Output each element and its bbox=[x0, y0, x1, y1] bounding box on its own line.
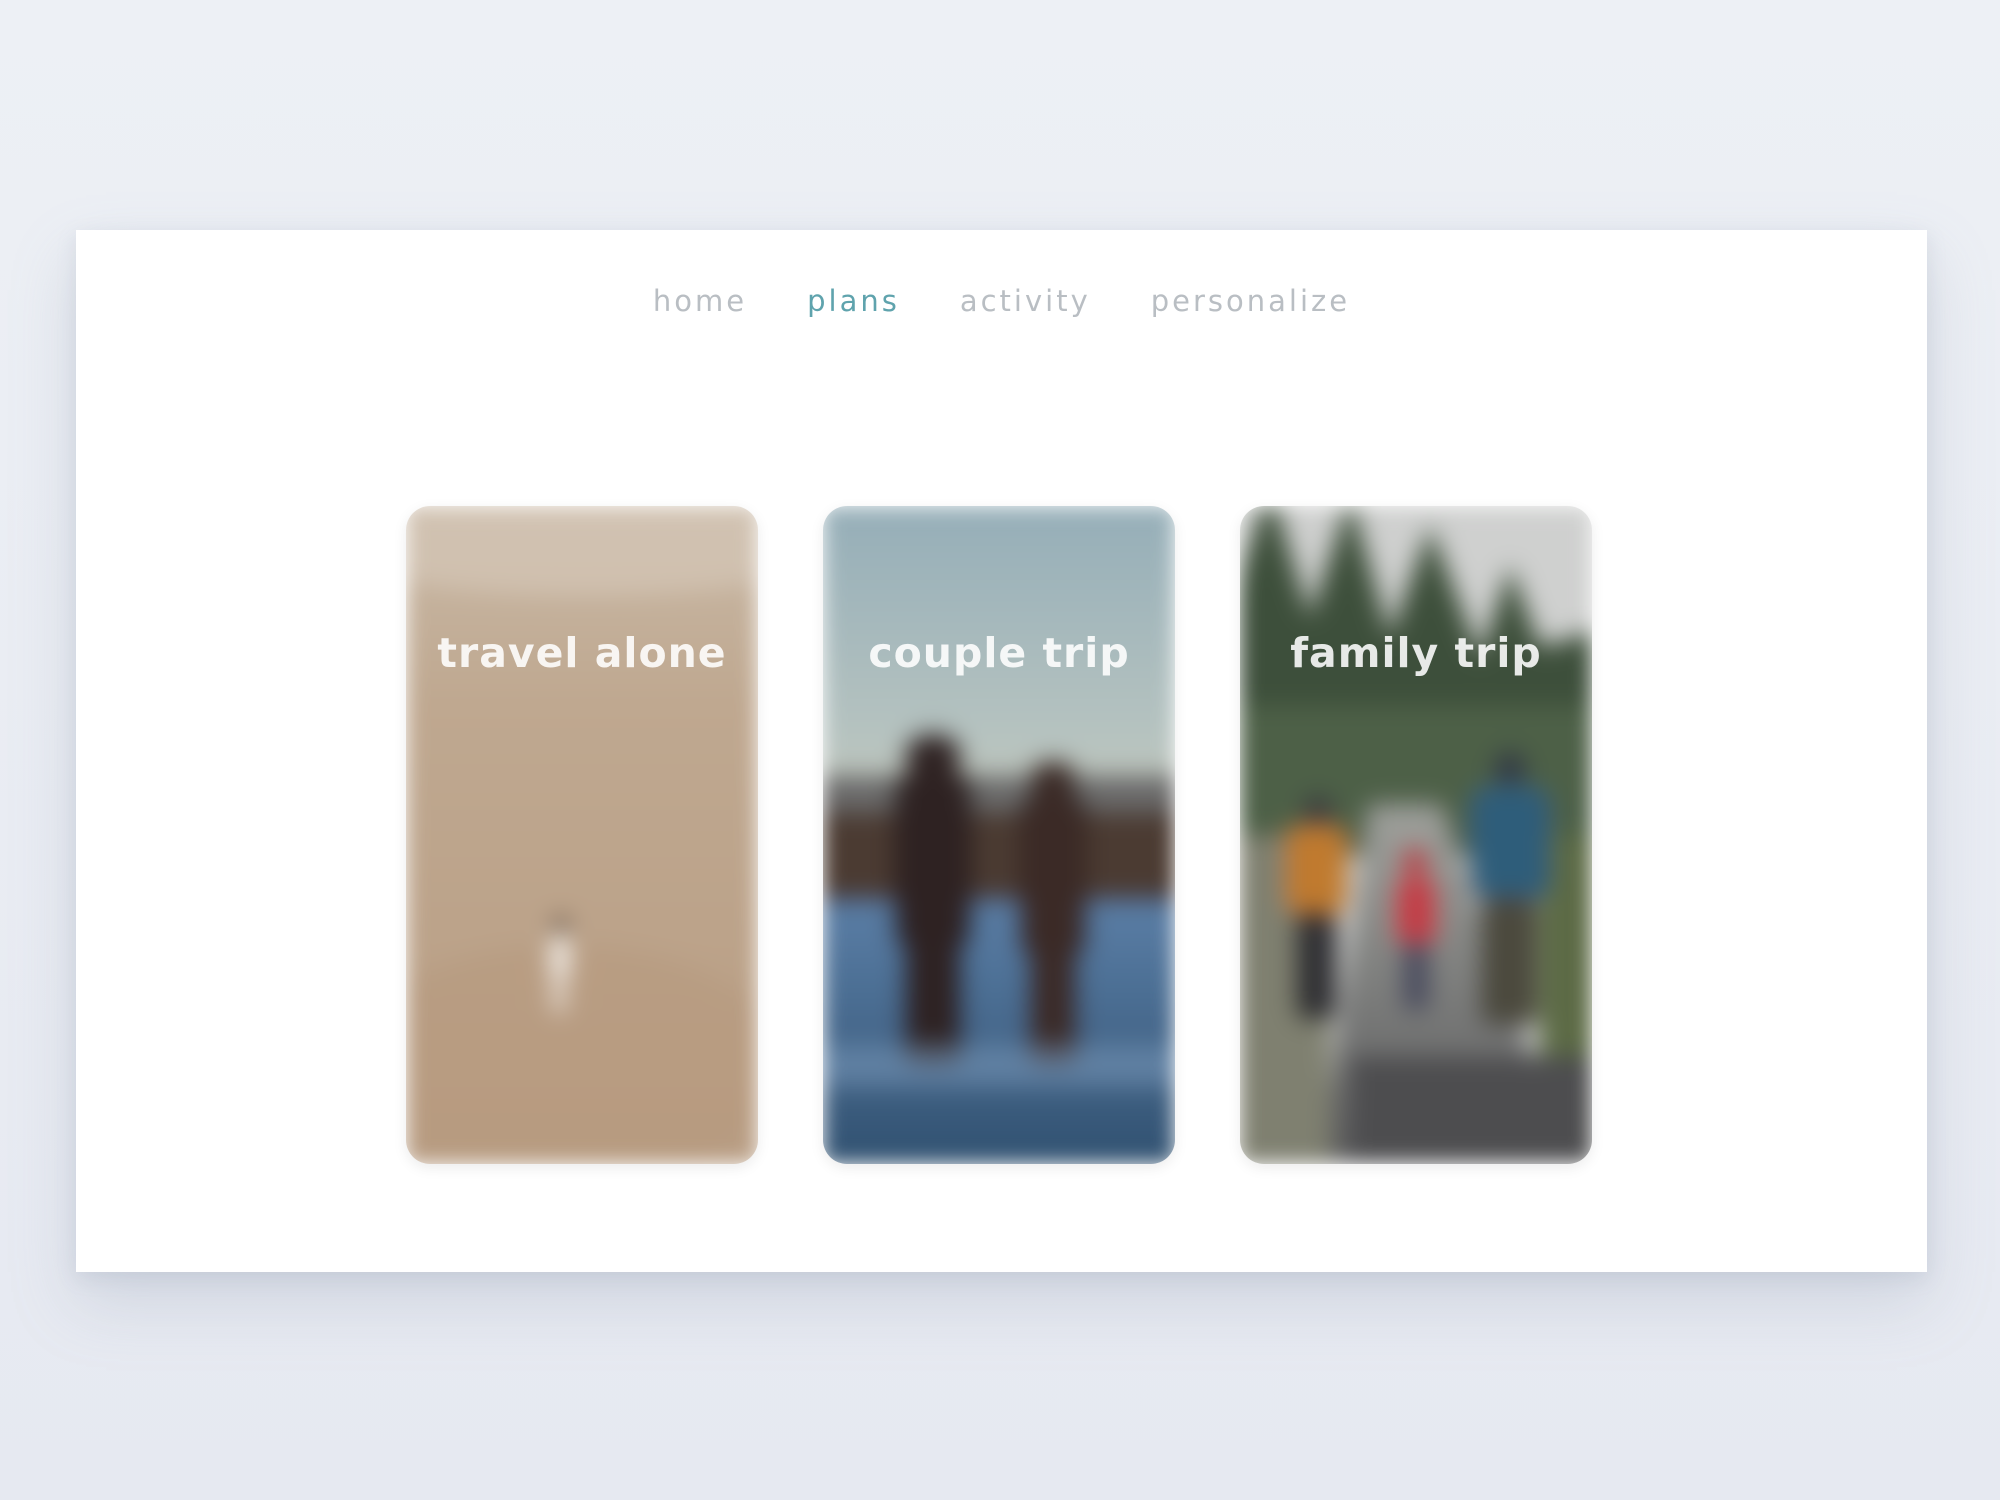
app-window: home plans activity personalize travel a… bbox=[76, 230, 1927, 1272]
card-travel-alone[interactable]: travel alone bbox=[406, 506, 758, 1164]
nav-item-activity[interactable]: activity bbox=[960, 284, 1091, 318]
nav-item-home[interactable]: home bbox=[653, 284, 747, 318]
card-family-trip[interactable]: family trip bbox=[1240, 506, 1592, 1164]
sand-background-image bbox=[406, 506, 758, 1164]
card-title: family trip bbox=[1290, 629, 1542, 677]
card-title: couple trip bbox=[868, 629, 1130, 677]
top-nav: home plans activity personalize bbox=[76, 284, 1927, 318]
nav-item-plans[interactable]: plans bbox=[807, 284, 900, 318]
lake-background-image bbox=[823, 506, 1175, 1164]
card-couple-trip[interactable]: couple trip bbox=[823, 506, 1175, 1164]
plan-cards: travel alone couple trip family trip bbox=[406, 506, 1592, 1164]
card-title: travel alone bbox=[437, 629, 727, 677]
forest-road-background-image bbox=[1240, 506, 1592, 1164]
nav-item-personalize[interactable]: personalize bbox=[1151, 284, 1350, 318]
